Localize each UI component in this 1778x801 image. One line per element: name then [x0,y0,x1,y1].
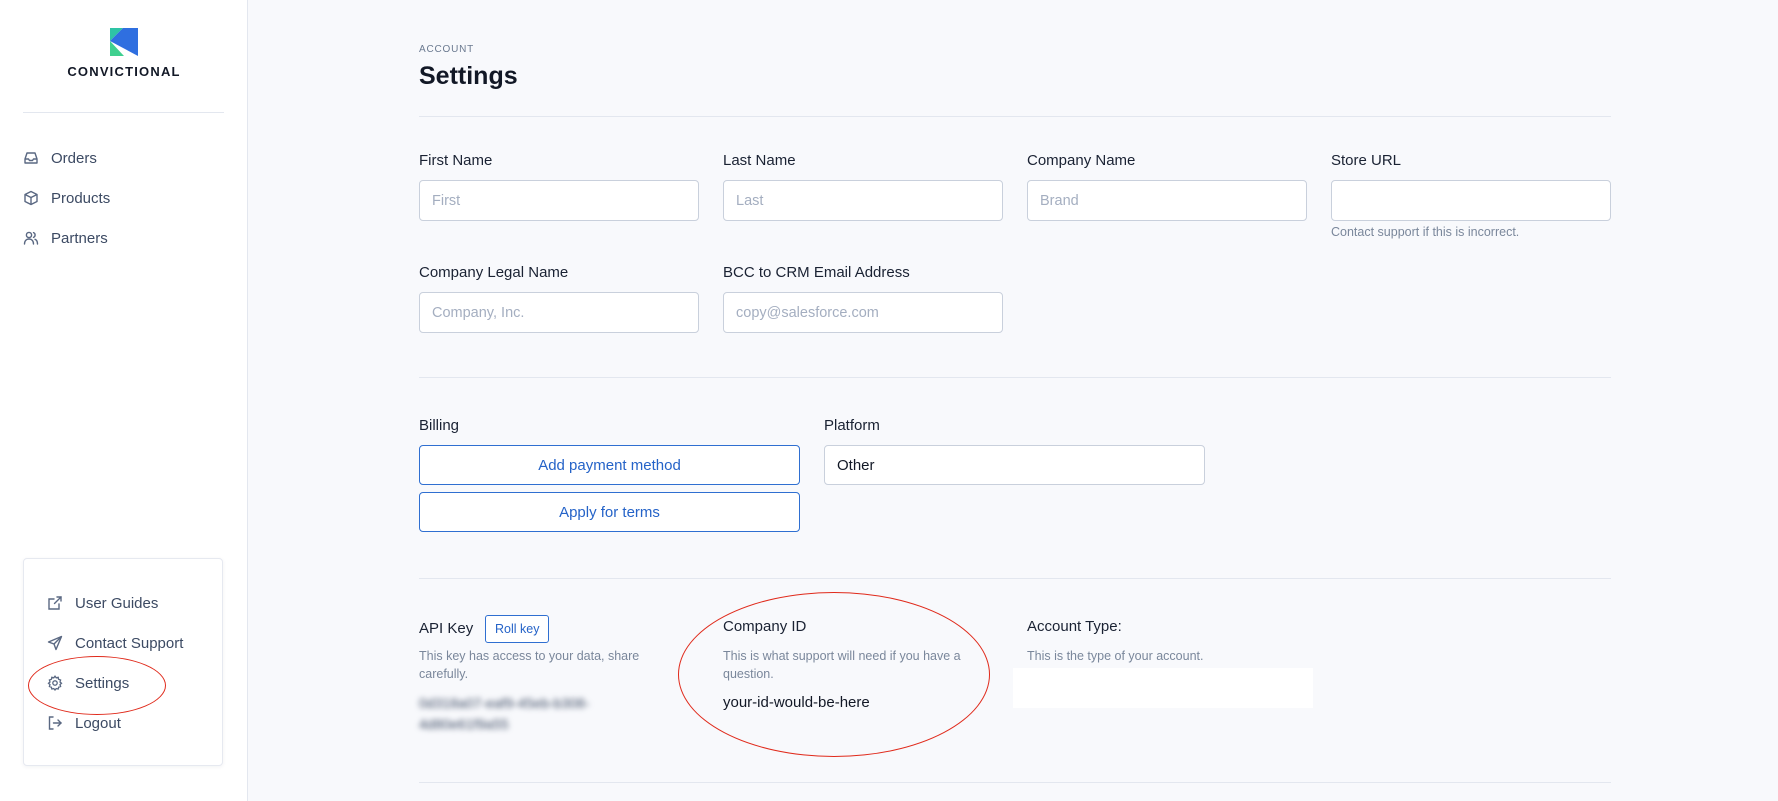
account-type-description: This is the type of your account. [1027,649,1204,663]
api-key-value-line: 0d318a07-eaf9-45eb-b308- [419,695,590,711]
api-key-description: This key has access to your data, share … [419,649,640,681]
support-card: User Guides Contact Support Settings Log… [23,558,223,766]
sidebar-item-user-guides[interactable]: User Guides [47,583,183,623]
brand-name: CONVICTIONAL [67,64,181,79]
gear-icon [47,675,63,691]
add-payment-method-button[interactable]: Add payment method [419,445,800,485]
store-url-label: Store URL [1331,152,1402,169]
breadcrumb: ACCOUNT [419,44,475,55]
first-name-label: First Name [419,152,493,169]
platform-label: Platform [824,417,880,434]
sidebar-item-label: Settings [75,674,130,692]
sidebar-item-logout[interactable]: Logout [47,703,183,743]
sidebar-item-settings[interactable]: Settings [47,663,183,703]
sidebar-divider [23,112,224,113]
sidebar-item-label: Logout [75,714,121,732]
api-key-value-line: 4d80e61f9a55 [419,716,509,732]
legal-name-group: Company Legal Name [419,264,699,333]
users-icon [23,231,39,245]
bcc-email-group: BCC to CRM Email Address [723,264,1003,333]
store-url-field[interactable] [1331,180,1611,221]
company-name-label: Company Name [1027,152,1136,169]
sidebar-item-orders[interactable]: Orders [23,138,110,178]
company-id-description: This is what support will need if you ha… [723,649,961,681]
company-id-label: Company ID [723,618,807,635]
section-divider [419,377,1611,378]
last-name-field[interactable] [723,180,1003,221]
header-divider [419,116,1611,117]
company-name-group: Company Name [1027,152,1307,221]
send-icon [47,635,63,651]
company-name-field[interactable] [1027,180,1307,221]
first-name-field[interactable] [419,180,699,221]
brand-logo[interactable]: CONVICTIONAL [0,28,248,79]
bcc-email-field[interactable] [723,292,1003,333]
sidebar: CONVICTIONAL Orders Products Partners Us… [0,0,248,801]
account-type-label: Account Type: [1027,618,1122,635]
billing-label: Billing [419,417,460,434]
apply-for-terms-button[interactable]: Apply for terms [419,492,800,532]
sidebar-item-partners[interactable]: Partners [23,218,110,258]
sidebar-item-label: User Guides [75,594,159,612]
sidebar-item-label: Partners [51,229,108,247]
sidebar-item-products[interactable]: Products [23,178,110,218]
page-title: Settings [419,62,518,90]
sidebar-item-label: Orders [51,149,97,167]
logout-icon [48,716,62,730]
convictional-logo-icon [110,28,138,56]
roll-key-button[interactable]: Roll key [485,615,550,643]
box-icon [24,190,38,206]
company-id-value: your-id-would-be-here [723,694,870,711]
bcc-email-label: BCC to CRM Email Address [723,264,910,281]
sidebar-item-label: Contact Support [75,634,184,652]
account-type-value [1013,668,1313,708]
store-url-group: Store URL Contact support if this is inc… [1331,152,1611,239]
last-name-label: Last Name [723,152,796,169]
inbox-icon [24,152,38,164]
sidebar-item-contact-support[interactable]: Contact Support [47,623,183,663]
first-name-group: First Name [419,152,699,221]
primary-nav: Orders Products Partners [23,138,110,258]
platform-select[interactable]: Other [824,445,1205,485]
last-name-group: Last Name [723,152,1003,221]
section-divider [419,782,1611,783]
legal-name-field[interactable] [419,292,699,333]
store-url-hint: Contact support if this is incorrect. [1331,225,1520,239]
section-divider [419,578,1611,579]
sidebar-item-label: Products [51,189,111,207]
api-key-label: API Key [419,620,474,637]
external-link-icon [48,596,62,610]
legal-name-label: Company Legal Name [419,264,569,281]
